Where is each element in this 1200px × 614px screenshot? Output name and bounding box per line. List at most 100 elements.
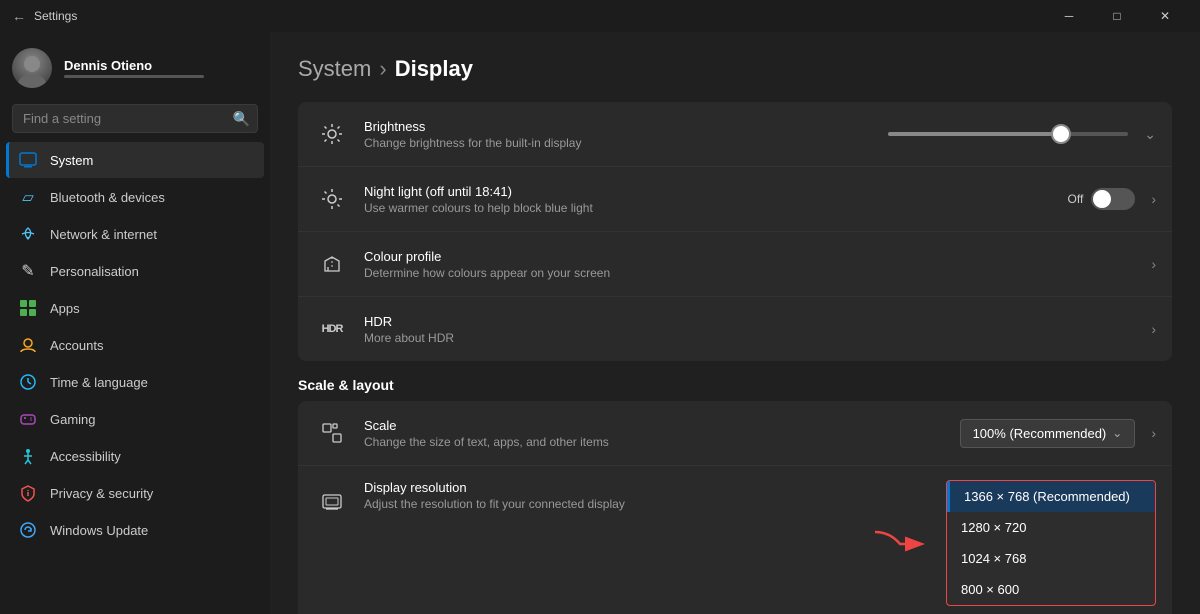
minimize-button[interactable]: ─ xyxy=(1046,0,1092,32)
resolution-option-2[interactable]: 1024 × 768 xyxy=(947,543,1155,574)
bluetooth-icon: ▱ xyxy=(18,187,38,207)
back-icon[interactable]: ← xyxy=(12,8,26,24)
night-light-desc: Use warmer colours to help block blue li… xyxy=(364,201,1068,215)
night-light-chevron: › xyxy=(1151,191,1156,207)
sidebar-item-accessibility[interactable]: Accessibility xyxy=(6,438,264,474)
colour-profile-row[interactable]: Colour profile Determine how colours app… xyxy=(298,232,1172,297)
app-title: Settings xyxy=(34,9,77,23)
display-resolution-desc: Adjust the resolution to fit your connec… xyxy=(364,497,870,511)
sidebar-item-label-gaming: Gaming xyxy=(50,412,96,427)
night-light-toggle[interactable] xyxy=(1091,188,1135,210)
night-light-toggle-label: Off xyxy=(1068,192,1084,206)
system-icon xyxy=(18,150,38,170)
brightness-title: Brightness xyxy=(364,119,888,134)
breadcrumb-current: Display xyxy=(395,56,473,82)
user-name: Dennis Otieno xyxy=(64,58,204,73)
sidebar-item-bluetooth[interactable]: ▱ Bluetooth & devices xyxy=(6,179,264,215)
sidebar-item-personalisation[interactable]: ✎ Personalisation xyxy=(6,253,264,289)
scale-chevron: › xyxy=(1151,425,1156,441)
colour-profile-title: Colour profile xyxy=(364,249,1143,264)
sidebar-item-label-bluetooth: Bluetooth & devices xyxy=(50,190,165,205)
brightness-chevron: ⌄ xyxy=(1144,126,1156,143)
search-icon: 🔍 xyxy=(233,110,250,127)
accessibility-icon xyxy=(18,446,38,466)
sidebar-item-label-personalisation: Personalisation xyxy=(50,264,139,279)
resolution-option-1[interactable]: 1280 × 720 xyxy=(947,512,1155,543)
update-icon xyxy=(18,520,38,540)
personalisation-icon: ✎ xyxy=(18,261,38,281)
brightness-desc: Change brightness for the built-in displ… xyxy=(364,136,888,150)
user-info: Dennis Otieno xyxy=(64,58,204,78)
breadcrumb-sep: › xyxy=(379,56,386,82)
colour-profile-chevron: › xyxy=(1151,256,1156,272)
maximize-button[interactable]: □ xyxy=(1094,0,1140,32)
night-light-control: Off › xyxy=(1068,188,1156,210)
titlebar-left: ← Settings xyxy=(12,8,77,24)
sidebar-item-label-time: Time & language xyxy=(50,375,148,390)
time-icon xyxy=(18,372,38,392)
display-resolution-text: Display resolution Adjust the resolution… xyxy=(364,480,870,511)
scale-control[interactable]: 100% (Recommended) ⌄ › xyxy=(960,419,1156,448)
titlebar-controls: ─ □ ✕ xyxy=(1046,0,1188,32)
scale-layout-group: Scale Change the size of text, apps, and… xyxy=(298,401,1172,614)
sidebar-item-system[interactable]: System xyxy=(6,142,264,178)
night-light-text: Night light (off until 18:41) Use warmer… xyxy=(364,184,1068,215)
breadcrumb-parent: System xyxy=(298,56,371,82)
colour-profile-text: Colour profile Determine how colours app… xyxy=(364,249,1143,280)
accounts-icon xyxy=(18,335,38,355)
sidebar-item-label-accessibility: Accessibility xyxy=(50,449,121,464)
sidebar-item-privacy[interactable]: Privacy & security xyxy=(6,475,264,511)
brightness-control[interactable]: ⌄ xyxy=(888,126,1156,143)
hdr-chevron: › xyxy=(1151,321,1156,337)
sidebar-nav: System ▱ Bluetooth & devices Network & i… xyxy=(0,141,270,549)
sidebar-item-network[interactable]: Network & internet xyxy=(6,216,264,252)
scale-title: Scale xyxy=(364,418,960,433)
scale-desc: Change the size of text, apps, and other… xyxy=(364,435,960,449)
scale-dropdown-value: 100% (Recommended) xyxy=(973,426,1107,441)
hdr-text: HDR More about HDR xyxy=(364,314,1143,345)
sidebar-item-gaming[interactable]: Gaming xyxy=(6,401,264,437)
gaming-icon xyxy=(18,409,38,429)
display-settings-group: Brightness Change brightness for the bui… xyxy=(298,102,1172,361)
hdr-row[interactable]: HDR HDR More about HDR › xyxy=(298,297,1172,361)
sidebar-item-label-privacy: Privacy & security xyxy=(50,486,153,501)
hdr-icon: HDR xyxy=(314,311,350,347)
scale-text: Scale Change the size of text, apps, and… xyxy=(364,418,960,449)
display-resolution-icon xyxy=(314,484,350,520)
sidebar: Dennis Otieno 🔍 System ▱ Bl xyxy=(0,32,270,614)
search-input[interactable] xyxy=(12,104,258,133)
night-light-row: Night light (off until 18:41) Use warmer… xyxy=(298,167,1172,232)
sidebar-item-update[interactable]: Windows Update xyxy=(6,512,264,548)
colour-profile-icon xyxy=(314,246,350,282)
scale-layout-heading: Scale & layout xyxy=(298,377,1172,393)
hdr-title: HDR xyxy=(364,314,1143,329)
user-profile[interactable]: Dennis Otieno xyxy=(0,32,270,100)
search-box: 🔍 xyxy=(12,104,258,133)
resolution-arrow-row: 1366 × 768 (Recommended) 1280 × 720 1024… xyxy=(870,480,1156,606)
avatar-image xyxy=(12,48,52,88)
colour-profile-control: › xyxy=(1143,256,1156,272)
apps-icon xyxy=(18,298,38,318)
night-light-icon xyxy=(314,181,350,217)
slider-thumb[interactable] xyxy=(1051,124,1071,144)
user-sub xyxy=(64,75,204,78)
main-layout: Dennis Otieno 🔍 System ▱ Bl xyxy=(0,32,1200,614)
red-arrow xyxy=(870,524,950,560)
avatar xyxy=(12,48,52,88)
sidebar-item-label-system: System xyxy=(50,153,93,168)
resolution-dropdown[interactable]: 1366 × 768 (Recommended) 1280 × 720 1024… xyxy=(946,480,1156,606)
brightness-row: Brightness Change brightness for the bui… xyxy=(298,102,1172,167)
sidebar-item-apps[interactable]: Apps xyxy=(6,290,264,326)
sidebar-item-label-update: Windows Update xyxy=(50,523,148,538)
resolution-option-3[interactable]: 800 × 600 xyxy=(947,574,1155,605)
sidebar-item-accounts[interactable]: Accounts xyxy=(6,327,264,363)
brightness-slider[interactable] xyxy=(888,132,1128,136)
brightness-text: Brightness Change brightness for the bui… xyxy=(364,119,888,150)
close-button[interactable]: ✕ xyxy=(1142,0,1188,32)
scale-dropdown[interactable]: 100% (Recommended) ⌄ xyxy=(960,419,1136,448)
resolution-option-0[interactable]: 1366 × 768 (Recommended) xyxy=(947,481,1155,512)
display-resolution-title: Display resolution xyxy=(364,480,870,495)
display-resolution-control: 1366 × 768 (Recommended) 1280 × 720 1024… xyxy=(870,480,1156,606)
sidebar-item-time[interactable]: Time & language xyxy=(6,364,264,400)
network-icon xyxy=(18,224,38,244)
